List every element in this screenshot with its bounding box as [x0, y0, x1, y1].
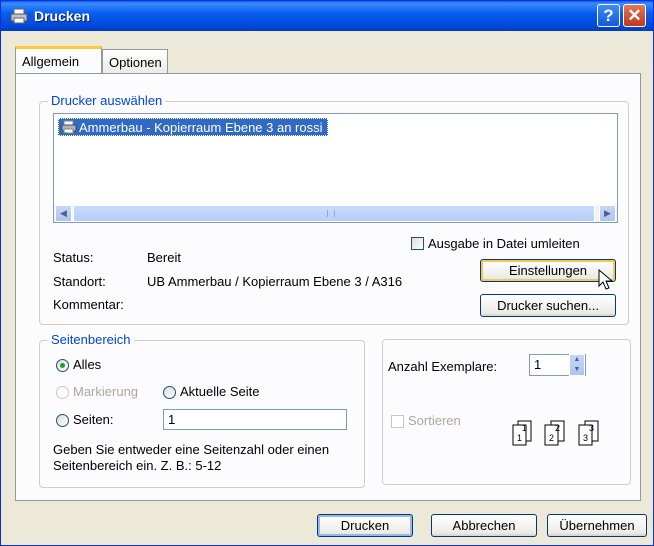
settings-button[interactable]: Einstellungen — [480, 259, 616, 282]
svg-text:2: 2 — [549, 433, 554, 443]
tab-allgemein[interactable]: Allgemein — [15, 46, 102, 73]
pages-radio[interactable] — [56, 414, 69, 427]
print-dialog: Drucken ? ✕ Allgemein Optionen Drucker a… — [0, 0, 654, 546]
scroll-right-button[interactable]: ▶ — [599, 205, 616, 222]
pages-label: Seiten: — [73, 412, 114, 427]
page-range-title: Seitenbereich — [48, 332, 134, 347]
comment-label: Kommentar: — [53, 297, 124, 312]
collate-checkbox[interactable] — [391, 415, 404, 428]
status-label: Status: — [53, 250, 94, 265]
print-button[interactable]: Drucken — [317, 514, 413, 537]
all-pages-label: Alles — [73, 357, 102, 372]
horizontal-scrollbar[interactable]: ◀ ▶ — [54, 205, 617, 222]
window-title: Drucken — [34, 8, 91, 24]
printer-list-item[interactable]: Ammerbau - Kopierraum Ebene 3 an rossi — [58, 118, 328, 136]
tab-optionen[interactable]: Optionen — [102, 49, 168, 73]
current-page-label: Aktuelle Seite — [180, 384, 260, 399]
pages-input[interactable]: 1 — [163, 409, 347, 430]
copies-spinner[interactable]: ▲ ▼ — [569, 354, 585, 376]
location-value: UB Ammerbau / Kopierraum Ebene 3 / A316 — [147, 274, 403, 289]
svg-text:3: 3 — [583, 433, 588, 443]
svg-text:3: 3 — [589, 423, 594, 433]
collate-label: Sortieren — [408, 413, 461, 428]
all-pages-radio[interactable] — [56, 359, 69, 372]
printer-list[interactable]: Ammerbau - Kopierraum Ebene 3 an rossi ◀… — [53, 113, 618, 223]
title-bar[interactable]: Drucken ? ✕ — [1, 1, 653, 31]
collate-pages-icon: 11 22 33 — [512, 420, 599, 446]
selection-radio[interactable] — [56, 386, 69, 399]
location-label: Standort: — [53, 274, 106, 289]
page-range-hint: Geben Sie entweder eine Seitenzahl oder … — [53, 442, 330, 473]
scroll-left-button[interactable]: ◀ — [55, 205, 72, 222]
scroll-thumb[interactable] — [73, 205, 595, 222]
svg-text:1: 1 — [517, 433, 522, 443]
selection-label: Markierung — [73, 384, 139, 399]
apply-button[interactable]: Übernehmen — [547, 514, 647, 537]
find-printer-button[interactable]: Drucker suchen... — [480, 294, 616, 317]
mouse-cursor-icon — [598, 269, 614, 290]
status-value: Bereit — [147, 250, 181, 265]
print-to-file-label: Ausgabe in Datei umleiten — [428, 236, 580, 251]
svg-text:2: 2 — [555, 423, 560, 433]
printer-name: Ammerbau - Kopierraum Ebene 3 an rossi — [79, 120, 323, 135]
current-page-radio[interactable] — [163, 386, 176, 399]
copies-label: Anzahl Exemplare: — [388, 359, 498, 374]
help-button[interactable]: ? — [597, 4, 620, 27]
print-to-file-checkbox[interactable] — [411, 237, 424, 250]
printer-group-title: Drucker auswählen — [48, 93, 166, 108]
svg-text:1: 1 — [522, 423, 527, 433]
cancel-button[interactable]: Abbrechen — [431, 514, 537, 537]
close-button[interactable]: ✕ — [623, 4, 646, 27]
network-printer-icon — [61, 120, 77, 135]
grip-icon — [327, 210, 335, 217]
printer-icon — [10, 8, 28, 24]
